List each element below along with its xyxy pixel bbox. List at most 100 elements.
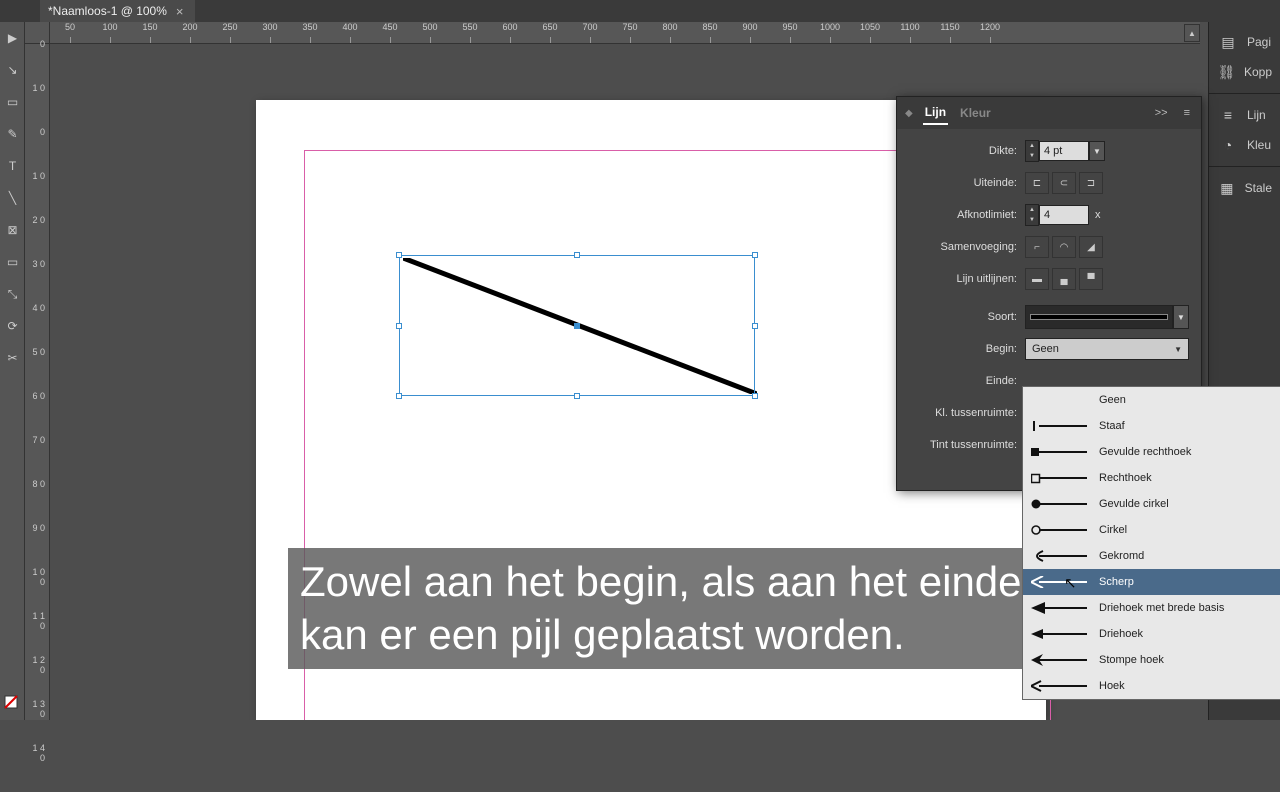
dikte-dropdown[interactable]: ▼ — [1089, 141, 1105, 161]
chevron-down-icon: ▼ — [1174, 345, 1182, 354]
ruler-tick: 500 — [410, 22, 450, 43]
ruler-tick: 100 — [90, 22, 130, 43]
join-miter-icon[interactable]: ⌐ — [1025, 236, 1049, 258]
join-bevel-icon[interactable]: ◢ — [1079, 236, 1103, 258]
scissors-tool[interactable]: ✂ — [0, 342, 25, 374]
resize-handle-tm[interactable] — [574, 252, 580, 258]
arrow-option-circle-outline[interactable]: Cirkel — [1023, 517, 1280, 543]
arrowhead-preview-icon — [1031, 550, 1091, 562]
vertical-ruler[interactable]: 01 001 02 03 04 05 06 07 08 09 01 0 01 1… — [25, 44, 50, 720]
dock-item-color[interactable]: ◔Kleu — [1209, 130, 1280, 160]
resize-handle-mr[interactable] — [752, 323, 758, 329]
rectangle-frame-tool[interactable]: ⊠ — [0, 214, 25, 246]
arrow-option-label: Cirkel — [1099, 524, 1127, 536]
align-inside-icon[interactable]: ▄ — [1052, 268, 1076, 290]
dock-item-label: Kleu — [1247, 138, 1271, 152]
arrow-option-label: Driehoek — [1099, 628, 1143, 640]
soort-dropdown[interactable] — [1025, 305, 1173, 329]
line-tool[interactable]: ╲ — [0, 182, 25, 214]
type-tool[interactable]: T — [0, 150, 25, 182]
afknotlimiet-stepper[interactable]: ▲▼ — [1025, 204, 1039, 226]
arrow-option-curved[interactable]: Gekromd — [1023, 543, 1280, 569]
arrowhead-preview-icon — [1031, 576, 1091, 588]
ruler-tick: 1 3 0 — [25, 704, 49, 748]
arrow-option-blunt[interactable]: Stompe hoek — [1023, 647, 1280, 673]
ruler-tick: 7 0 — [25, 440, 49, 484]
cap-butt-icon[interactable]: ⊏ — [1025, 172, 1049, 194]
resize-handle-ml[interactable] — [396, 323, 402, 329]
dikte-input[interactable] — [1039, 141, 1089, 161]
center-handle[interactable] — [574, 323, 580, 329]
direct-selection-tool[interactable]: ↘ — [0, 54, 25, 86]
label-samenvoeging: Samenvoeging: — [909, 241, 1025, 253]
dock-item-label: Kopp — [1244, 65, 1272, 79]
arrow-option-square-filled[interactable]: Gevulde rechthoek — [1023, 439, 1280, 465]
join-round-icon[interactable]: ◠ — [1052, 236, 1076, 258]
arrow-option-angle[interactable]: Hoek — [1023, 673, 1280, 699]
document-tab[interactable]: *Naamloos-1 @ 100% × — [40, 0, 195, 22]
panel-menu-icon[interactable]: ≡ — [1181, 107, 1193, 119]
horizontal-ruler[interactable]: 5010015020025030035040045050055060065070… — [50, 22, 1200, 44]
dock-item-stroke[interactable]: ≡ Lijn — [1209, 100, 1280, 130]
arrow-option-label: Rechthoek — [1099, 472, 1152, 484]
collapse-icon[interactable]: >> — [1152, 107, 1171, 119]
dock-item-pages[interactable]: ▤Pagi — [1209, 27, 1280, 57]
arrow-option-triangle[interactable]: Driehoek — [1023, 621, 1280, 647]
label-begin: Begin: — [909, 343, 1025, 355]
links-icon: ⛓ — [1217, 63, 1236, 81]
ruler-tick: 200 — [170, 22, 210, 43]
arrow-option-sharp[interactable]: Scherp — [1023, 569, 1280, 595]
arrowhead-preview-icon — [1031, 680, 1091, 692]
close-icon[interactable]: × — [173, 4, 187, 19]
cap-projecting-icon[interactable]: ⊐ — [1079, 172, 1103, 194]
fill-stroke-swatch[interactable] — [0, 688, 25, 720]
arrow-option-circle-filled[interactable]: Gevulde cirkel — [1023, 491, 1280, 517]
panel-grip-icon[interactable]: ◆ — [905, 108, 913, 119]
swatches-icon: ▦ — [1217, 179, 1237, 197]
align-outside-icon[interactable]: ▀ — [1079, 268, 1103, 290]
dock-item-links[interactable]: ⛓ Kopp — [1209, 57, 1280, 87]
ruler-tick: 450 — [370, 22, 410, 43]
arrowhead-preview-icon — [1031, 446, 1091, 458]
resize-handle-tr[interactable] — [752, 252, 758, 258]
soort-dropdown-arrow[interactable]: ▼ — [1173, 305, 1189, 329]
resize-handle-br[interactable] — [752, 393, 758, 399]
pen-tool[interactable]: ✎ — [0, 118, 25, 150]
ruler-tick: 4 0 — [25, 308, 49, 352]
tab-kleur[interactable]: Kleur — [958, 102, 993, 124]
stroke-icon: ≡ — [1217, 106, 1239, 124]
arrow-option-none[interactable]: Geen — [1023, 387, 1280, 413]
rotate-tool[interactable]: ⟳ — [0, 310, 25, 342]
arrowhead-preview-icon — [1031, 654, 1091, 666]
tab-lijn[interactable]: Lijn — [923, 101, 948, 125]
ruler-origin[interactable] — [25, 22, 50, 44]
ruler-tick: 150 — [130, 22, 170, 43]
resize-handle-tl[interactable] — [396, 252, 402, 258]
selection-bounding-box[interactable] — [399, 255, 755, 396]
begin-dropdown[interactable]: Geen ▼ — [1025, 338, 1189, 360]
ruler-tick: 1 0 — [25, 88, 49, 132]
dikte-stepper[interactable]: ▲▼ — [1025, 140, 1039, 162]
ruler-tick: 1 4 0 — [25, 748, 49, 792]
afknotlimiet-input[interactable] — [1039, 205, 1089, 225]
ruler-tick: 1 2 0 — [25, 660, 49, 704]
ruler-tick: 5 0 — [25, 352, 49, 396]
shear-tool[interactable]: ⤡ — [0, 278, 25, 310]
arrow-option-label: Geen — [1099, 394, 1126, 406]
resize-handle-bm[interactable] — [574, 393, 580, 399]
rectangle-tool[interactable]: ▭ — [0, 246, 25, 278]
scroll-up-button[interactable]: ▲ — [1184, 24, 1200, 42]
cap-round-icon[interactable]: ⊂ — [1052, 172, 1076, 194]
page-tool[interactable]: ▭ — [0, 86, 25, 118]
ruler-tick: 1 0 — [25, 176, 49, 220]
dock-item-swatches[interactable]: ▦Stale — [1209, 173, 1280, 203]
arrow-option-bar[interactable]: Staaf — [1023, 413, 1280, 439]
selection-tool[interactable]: ▶ — [0, 22, 25, 54]
panel-header[interactable]: ◆ Lijn Kleur >> ≡ — [897, 97, 1201, 129]
dock-item-label: Lijn — [1247, 108, 1266, 122]
arrow-option-square-outline[interactable]: Rechthoek — [1023, 465, 1280, 491]
resize-handle-bl[interactable] — [396, 393, 402, 399]
arrow-option-label: Stompe hoek — [1099, 654, 1164, 666]
arrow-option-triangle-wide[interactable]: Driehoek met brede basis — [1023, 595, 1280, 621]
align-center-icon[interactable]: ▬ — [1025, 268, 1049, 290]
